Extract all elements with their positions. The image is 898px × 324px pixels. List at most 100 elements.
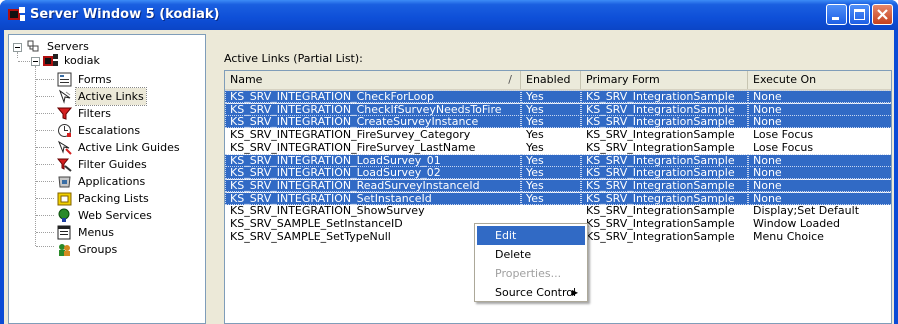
tree-label-active-links: Active Links xyxy=(75,87,147,106)
cell-name: KS_SRV_INTEGRATION_CreateSurveyInstance xyxy=(225,115,521,129)
column-header-name[interactable]: Name / xyxy=(225,71,521,89)
table-row[interactable]: KS_SRV_INTEGRATION_ShowSurvey KS_SRV_Inte… xyxy=(225,204,891,218)
server-window: Server Window 5 (kodiak) Servers kodiak … xyxy=(0,0,898,324)
cell-name: KS_SRV_INTEGRATION_FireSurvey_LastName xyxy=(230,140,476,154)
cell-name: KS_SRV_INTEGRATION_LoadSurvey_02 xyxy=(225,166,521,180)
table-row[interactable]: KS_SRV_INTEGRATION_FireSurvey_LastName Ye… xyxy=(225,140,891,154)
cell-primary-form: KS_SRV_IntegrationSample xyxy=(581,102,748,116)
table-row[interactable]: KS_SRV_INTEGRATION_CreateSurveyInstance Y… xyxy=(225,115,891,129)
table-row[interactable]: KS_SRV_INTEGRATION_CheckIfSurveyNeedsToF… xyxy=(225,102,891,116)
table-row[interactable]: KS_SRV_INTEGRATION_CheckForLoop Yes KS_SRV… xyxy=(225,90,891,103)
menu-item-source-control[interactable]: Source Control ▶ xyxy=(477,283,585,302)
tree-label-filter-guides: Filter Guides xyxy=(78,158,147,171)
tree-label-applications: Applications xyxy=(78,175,146,188)
menu-item-edit-label: Edit xyxy=(495,229,517,242)
active-link-guide-icon xyxy=(57,140,72,155)
cell-enabled: Yes xyxy=(521,115,581,129)
cell-name: KS_SRV_INTEGRATION_ShowSurvey xyxy=(230,204,425,218)
column-header-enabled[interactable]: Enabled xyxy=(521,71,581,89)
table-row[interactable]: KS_SRV_INTEGRATION_SetInstanceId Yes KS_SR… xyxy=(225,191,891,205)
maximize-button[interactable] xyxy=(849,4,870,25)
menu-item-delete-label: Delete xyxy=(495,248,532,261)
cell-enabled: Yes xyxy=(521,153,581,167)
submenu-arrow-icon: ▶ xyxy=(571,288,578,297)
menu-item-properties: Properties... xyxy=(477,264,585,283)
servers-icon xyxy=(27,40,39,52)
maximize-icon xyxy=(854,9,865,20)
cell-primary-form: KS_SRV_IntegrationSample xyxy=(581,153,748,167)
cell-primary-form: KS_SRV_IntegrationSample xyxy=(586,128,735,142)
cell-name: KS_SRV_INTEGRATION_LoadSurvey_01 xyxy=(225,153,521,167)
cell-execute-on: None xyxy=(748,178,891,192)
group-icon xyxy=(59,244,70,256)
minimize-button[interactable] xyxy=(826,4,847,25)
tree-label-kodiak: kodiak xyxy=(64,54,100,67)
tree-label-groups: Groups xyxy=(78,243,118,256)
server-window-icon xyxy=(8,7,25,21)
collapse-servers-toggle[interactable] xyxy=(13,43,22,52)
cell-execute-on: Menu Choice xyxy=(753,229,824,243)
cell-primary-form: KS_SRV_IntegrationSample xyxy=(581,178,748,192)
menu-item-source-control-label: Source Control xyxy=(495,286,577,299)
pane-splitter[interactable] xyxy=(207,30,213,324)
cell-primary-form: KS_SRV_IntegrationSample xyxy=(581,191,748,205)
cell-primary-form: KS_SRV_IntegrationSample xyxy=(586,140,735,154)
cell-enabled: Yes xyxy=(526,140,544,154)
server-icon xyxy=(43,54,58,66)
tree-label-menus: Menus xyxy=(78,226,114,239)
menu-item-delete[interactable]: Delete xyxy=(477,245,585,264)
cell-enabled: Yes xyxy=(521,102,581,116)
table-row[interactable]: KS_SRV_INTEGRATION_FireSurvey_Category Ye… xyxy=(225,128,891,142)
cell-execute-on: None xyxy=(748,102,891,116)
cell-name: KS_SRV_INTEGRATION_ReadSurveyInstanceId xyxy=(225,178,521,192)
application-icon xyxy=(58,176,71,188)
context-menu: Edit Delete Properties... Source Control… xyxy=(474,223,588,302)
form-icon xyxy=(57,72,72,87)
filter-icon xyxy=(57,107,72,120)
tree-label-forms: Forms xyxy=(78,73,112,86)
cell-execute-on: None xyxy=(748,191,891,205)
column-header-primary-form[interactable]: Primary Form xyxy=(581,71,748,89)
close-icon xyxy=(877,9,888,20)
table-row[interactable]: KS_SRV_INTEGRATION_ReadSurveyInstanceId Y… xyxy=(225,178,891,192)
cell-enabled: Yes xyxy=(521,191,581,205)
column-header-name-label: Name xyxy=(230,73,263,86)
cell-enabled: Yes xyxy=(521,166,581,180)
cell-primary-form: KS_SRV_IntegrationSample xyxy=(581,90,748,103)
cell-execute-on: None xyxy=(748,115,891,129)
close-button[interactable] xyxy=(872,4,893,25)
active-link-icon xyxy=(58,89,71,104)
cell-execute-on: Display;Set Default xyxy=(753,204,860,218)
cell-name: KS_SRV_INTEGRATION_CheckForLoop xyxy=(225,90,521,103)
escalation-icon xyxy=(58,124,71,137)
cell-primary-form: KS_SRV_IntegrationSample xyxy=(581,166,748,180)
cell-enabled: Yes xyxy=(521,178,581,192)
cell-execute-on: None xyxy=(748,90,891,103)
cell-primary-form: KS_SRV_IntegrationSample xyxy=(586,229,735,243)
tree-label-active-link-guides: Active Link Guides xyxy=(78,141,180,154)
tree-label-filters: Filters xyxy=(78,107,111,120)
cell-name: KS_SRV_INTEGRATION_CheckIfSurveyNeedsToF… xyxy=(225,102,521,116)
cell-primary-form: KS_SRV_IntegrationSample xyxy=(581,115,748,129)
column-header-execute-on[interactable]: Execute On xyxy=(748,71,891,89)
table-row[interactable]: KS_SRV_INTEGRATION_LoadSurvey_02 Yes KS_SR… xyxy=(225,166,891,180)
web-service-icon xyxy=(58,208,70,222)
menu-item-properties-label: Properties... xyxy=(495,267,562,280)
cell-primary-form: KS_SRV_IntegrationSample xyxy=(586,217,735,230)
filter-guide-icon xyxy=(57,158,72,172)
list-caption: Active Links (Partial List): xyxy=(224,52,363,65)
menu-item-edit[interactable]: Edit xyxy=(477,226,585,245)
cell-execute-on: None xyxy=(748,153,891,167)
minimize-icon xyxy=(832,17,839,20)
cell-primary-form: KS_SRV_IntegrationSample xyxy=(586,204,735,218)
cell-execute-on: None xyxy=(748,166,891,180)
title-bar[interactable]: Server Window 5 (kodiak) xyxy=(0,0,898,30)
table-row[interactable]: KS_SRV_INTEGRATION_LoadSurvey_01 Yes KS_SR… xyxy=(225,153,891,167)
server-tree[interactable]: Servers kodiak Forms Active Links Filter… xyxy=(8,34,206,324)
collapse-kodiak-toggle[interactable] xyxy=(31,57,40,66)
tree-label-escalations: Escalations xyxy=(78,124,141,137)
cell-name: KS_SRV_INTEGRATION_SetInstanceId xyxy=(225,191,521,205)
window-client: Servers kodiak Forms Active Links Filter… xyxy=(4,30,894,324)
tree-label-web-services: Web Services xyxy=(78,209,152,222)
menu-icon xyxy=(57,225,71,240)
